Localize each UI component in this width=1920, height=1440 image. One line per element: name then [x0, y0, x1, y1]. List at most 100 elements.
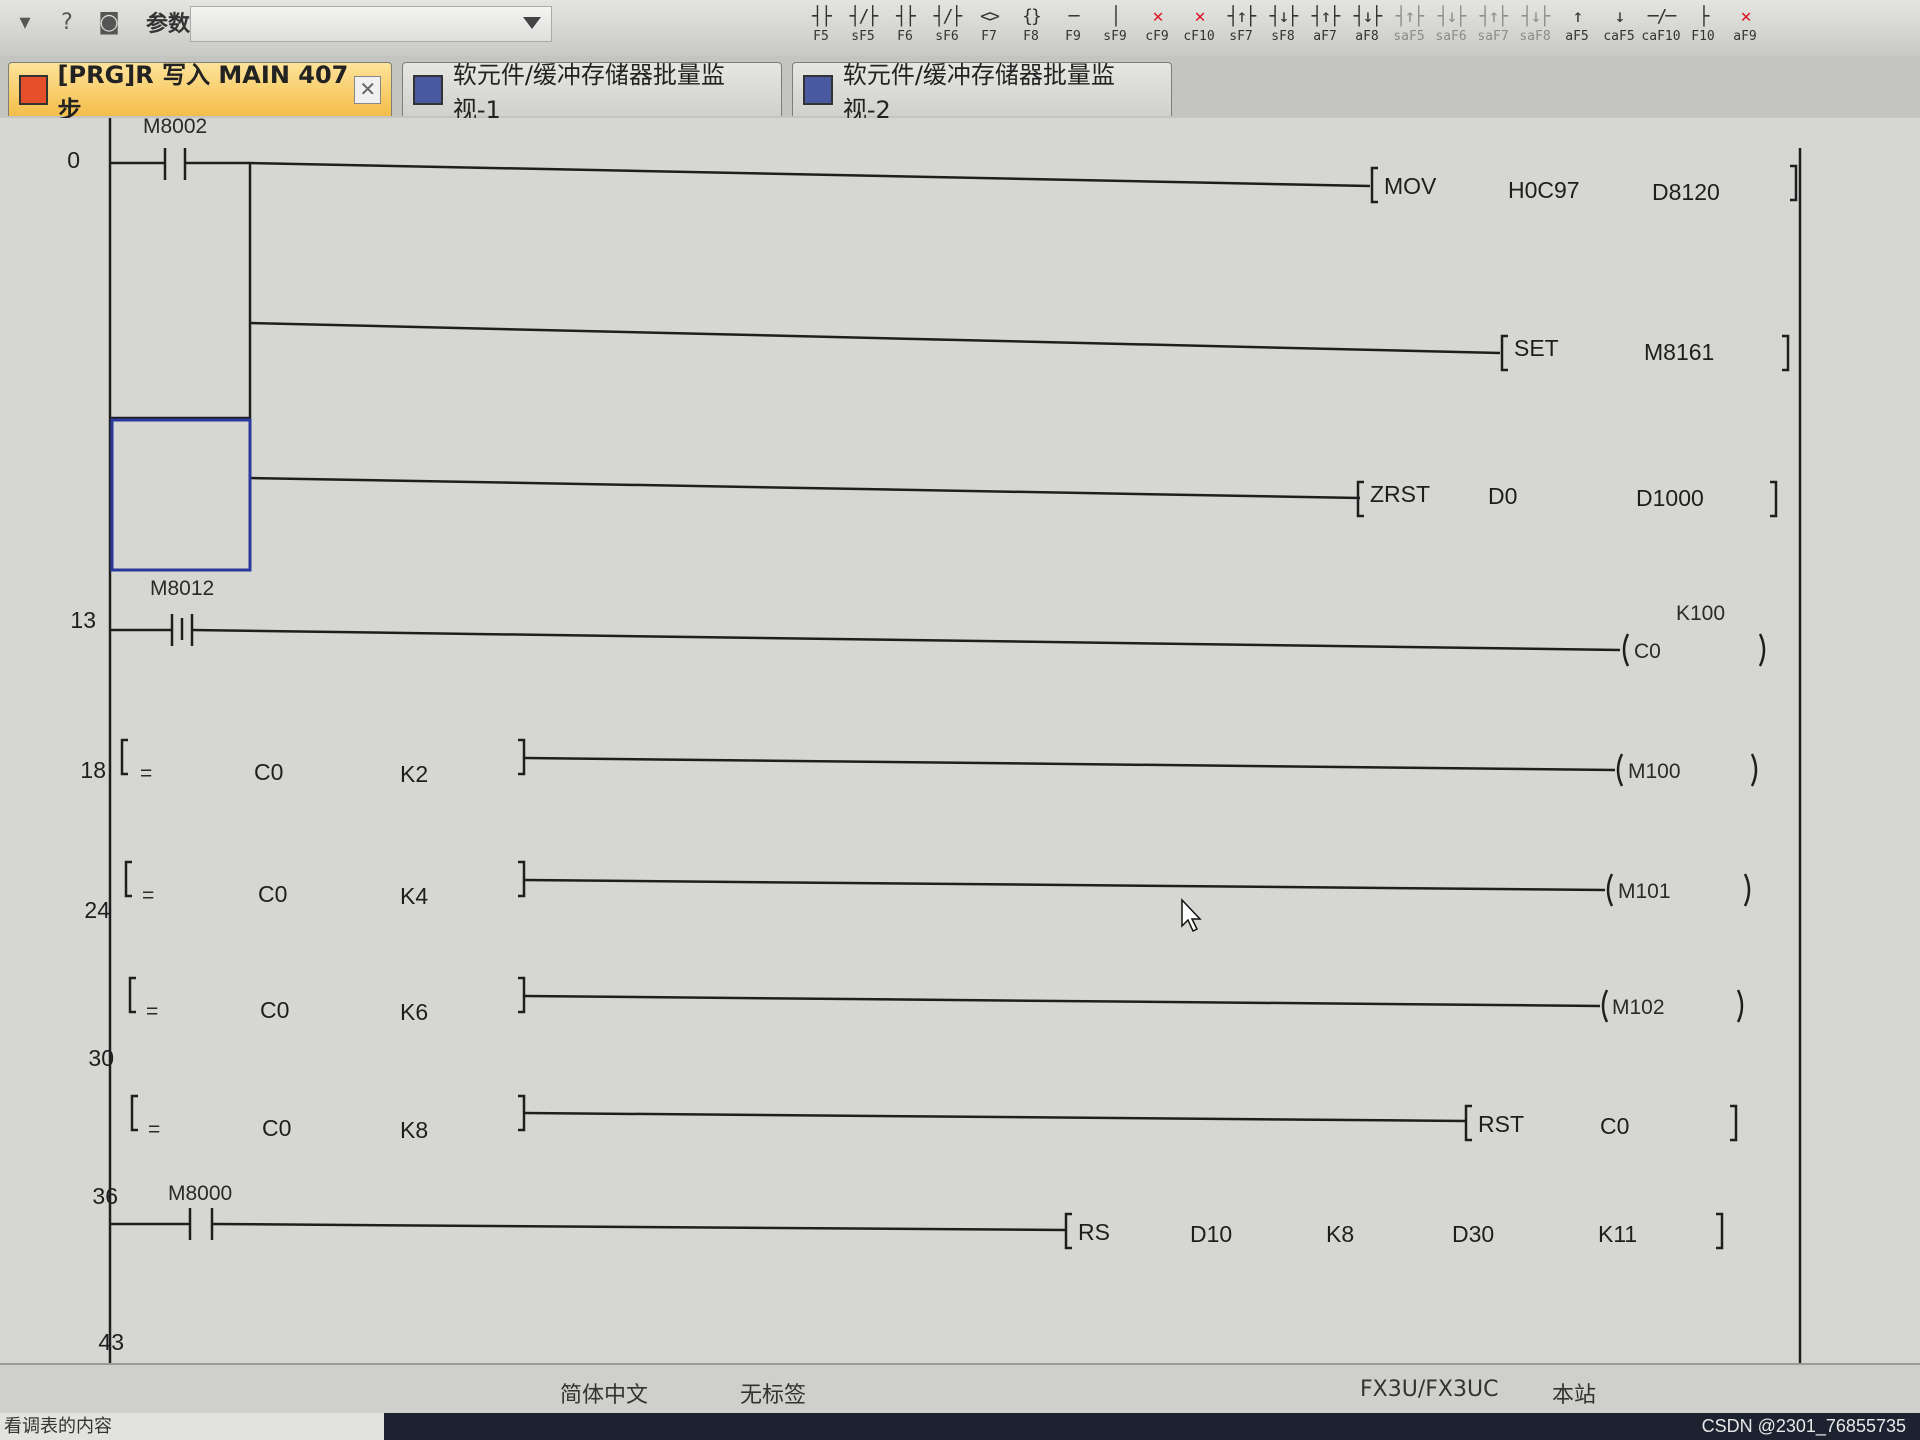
- tool-f6-button[interactable]: ┤├ F6: [884, 4, 926, 56]
- shortcut-key-label: sF6: [935, 29, 959, 44]
- instr-mov[interactable]: MOV: [1384, 173, 1437, 199]
- tool-af7-button[interactable]: ┤↑├ aF7: [1304, 4, 1346, 56]
- mouse-pointer-icon: [1181, 898, 1202, 933]
- coil-paren: [1622, 633, 1630, 667]
- operand[interactable]: D30: [1452, 1221, 1494, 1247]
- tool-saf8-button[interactable]: ┤↓├ saF8: [1514, 4, 1556, 56]
- compare-b[interactable]: K2: [400, 761, 428, 787]
- coil-m100[interactable]: M100: [1628, 760, 1681, 783]
- tool-f5-button[interactable]: ┤├ F5: [800, 4, 842, 56]
- param-dropdown[interactable]: [190, 6, 552, 42]
- compare-a[interactable]: C0: [258, 881, 287, 907]
- shortcut-key-label: saF7: [1477, 29, 1509, 44]
- tab-device-monitor-1[interactable]: 软元件/缓冲存储器批量监视-1: [402, 61, 782, 124]
- operand[interactable]: M8161: [1644, 339, 1714, 365]
- tab-prg-main[interactable]: [PRG]R 写入 MAIN 407步 ✕: [8, 61, 392, 124]
- tool-cf10-button[interactable]: ✕ cF10: [1178, 4, 1220, 56]
- ladder-symbol-icon: ✕: [1740, 6, 1752, 27]
- binoculars-icon[interactable]: ◙: [92, 5, 126, 39]
- instr-set[interactable]: SET: [1514, 335, 1559, 361]
- wire: [191, 628, 1621, 652]
- watermark: CSDN @2301_76855735: [1701, 1416, 1906, 1436]
- shortcut-key-label: sF8: [1271, 29, 1295, 44]
- status-plc-type: FX3U/FX3UC: [1360, 1377, 1499, 1402]
- compare-op[interactable]: =: [146, 1000, 158, 1023]
- operand[interactable]: D8120: [1652, 179, 1720, 205]
- cursor-selection[interactable]: [110, 418, 252, 572]
- ladder-symbol-icon: ✕: [1152, 6, 1164, 27]
- ladder-diagram[interactable]: 0 M8002 13 M8012 18 24 30 36 43 M8000 MO…: [0, 118, 1920, 1363]
- ladder-symbol-icon: ✕: [1194, 6, 1206, 27]
- operand[interactable]: K8: [1326, 1221, 1354, 1247]
- ladder-symbol-icon: ┤├: [896, 6, 916, 27]
- bracket: [124, 860, 132, 898]
- instr-rst[interactable]: RST: [1478, 1111, 1524, 1137]
- tool-f9-button[interactable]: ─ F9: [1052, 4, 1094, 56]
- program-icon: [19, 74, 48, 105]
- chevron-down-icon[interactable]: [523, 17, 541, 29]
- tool-af9-button[interactable]: ✕ aF9: [1724, 4, 1766, 56]
- ladder-editor[interactable]: 0 M8002 13 M8012 18 24 30 36 43 M8000 MO…: [0, 118, 1920, 1363]
- compare-a[interactable]: C0: [254, 759, 283, 785]
- tool-sf8-button[interactable]: ┤↓├ sF8: [1262, 4, 1304, 56]
- tab-label: 软元件/缓冲存储器批量监视-2: [842, 60, 1115, 124]
- tool-sf9-button[interactable]: │ sF9: [1094, 4, 1136, 56]
- bracket: [518, 976, 526, 1014]
- tool-saf5-button[interactable]: ┤↑├ saF5: [1388, 4, 1430, 56]
- bracket: [1356, 480, 1364, 518]
- tool-saf7-button[interactable]: ┤↑├ saF7: [1472, 4, 1514, 56]
- ladder-symbol-icon: │: [1110, 6, 1122, 27]
- compare-b[interactable]: K4: [400, 883, 428, 909]
- close-icon[interactable]: ✕: [354, 75, 382, 104]
- tool-f10-button[interactable]: ├ F10: [1682, 4, 1724, 56]
- ladder-symbol-icon: ↓: [1614, 6, 1626, 27]
- counter-preset[interactable]: K100: [1676, 602, 1725, 625]
- bracket: [120, 738, 128, 776]
- tool-af5-button[interactable]: ↑ aF5: [1556, 4, 1598, 56]
- tool-f7-button[interactable]: <> F7: [968, 4, 1010, 56]
- compare-op[interactable]: =: [142, 884, 154, 907]
- operand[interactable]: D1000: [1636, 485, 1704, 511]
- coil-paren: [1758, 633, 1766, 667]
- operand[interactable]: H0C97: [1508, 177, 1580, 203]
- compare-a[interactable]: C0: [262, 1115, 291, 1141]
- operand[interactable]: K11: [1598, 1221, 1637, 1247]
- coil-paren: [1736, 989, 1744, 1023]
- compare-op[interactable]: =: [140, 762, 152, 785]
- status-language: 简体中文: [560, 1383, 649, 1408]
- tool-f8-button[interactable]: {} F8: [1010, 4, 1052, 56]
- ladder-symbol-icon: ─: [1068, 6, 1080, 27]
- tool-saf6-button[interactable]: ┤↓├ saF6: [1430, 4, 1472, 56]
- operand[interactable]: C0: [1600, 1113, 1629, 1139]
- shortcut-key-label: F7: [981, 29, 997, 44]
- operand[interactable]: D10: [1190, 1221, 1232, 1247]
- compare-a[interactable]: C0: [260, 997, 289, 1023]
- tool-sf7-button[interactable]: ┤↑├ sF7: [1220, 4, 1262, 56]
- compare-op[interactable]: =: [148, 1118, 160, 1141]
- operand[interactable]: D0: [1488, 483, 1517, 509]
- step-number: 24: [84, 897, 110, 923]
- coil-m102[interactable]: M102: [1612, 996, 1665, 1019]
- tool-caf10-button[interactable]: ─/─ caF10: [1640, 4, 1682, 56]
- tool-sf6-button[interactable]: ┤/├ sF6: [926, 4, 968, 56]
- tool-sf5-button[interactable]: ┤/├ sF5: [842, 4, 884, 56]
- compare-b[interactable]: K8: [400, 1117, 428, 1143]
- compare-b[interactable]: K6: [400, 999, 428, 1025]
- instr-zrst[interactable]: ZRST: [1370, 481, 1430, 507]
- tool-caf5-button[interactable]: ↓ caF5: [1598, 4, 1640, 56]
- menu-arrow-icon[interactable]: ▾: [8, 5, 42, 39]
- shortcut-key-label: aF8: [1355, 29, 1379, 44]
- shortcut-key-label: saF5: [1393, 29, 1425, 44]
- tool-af8-button[interactable]: ┤↓├ aF8: [1346, 4, 1388, 56]
- taskbar-text: 看调表的内容: [0, 1413, 384, 1440]
- coil-c0[interactable]: C0: [1634, 640, 1661, 663]
- tab-label: [PRG]R 写入 MAIN 407步: [57, 60, 349, 124]
- coil-m101[interactable]: M101: [1618, 880, 1671, 903]
- tool-cf9-button[interactable]: ✕ cF9: [1136, 4, 1178, 56]
- instr-rs[interactable]: RS: [1078, 1219, 1110, 1245]
- bracket: [130, 1094, 138, 1132]
- tab-device-monitor-2[interactable]: 软元件/缓冲存储器批量监视-2: [792, 61, 1172, 124]
- ladder-symbol-icon: ┤↓├: [1437, 6, 1466, 27]
- coil-paren: [1606, 873, 1614, 907]
- help-icon[interactable]: ?: [50, 5, 84, 39]
